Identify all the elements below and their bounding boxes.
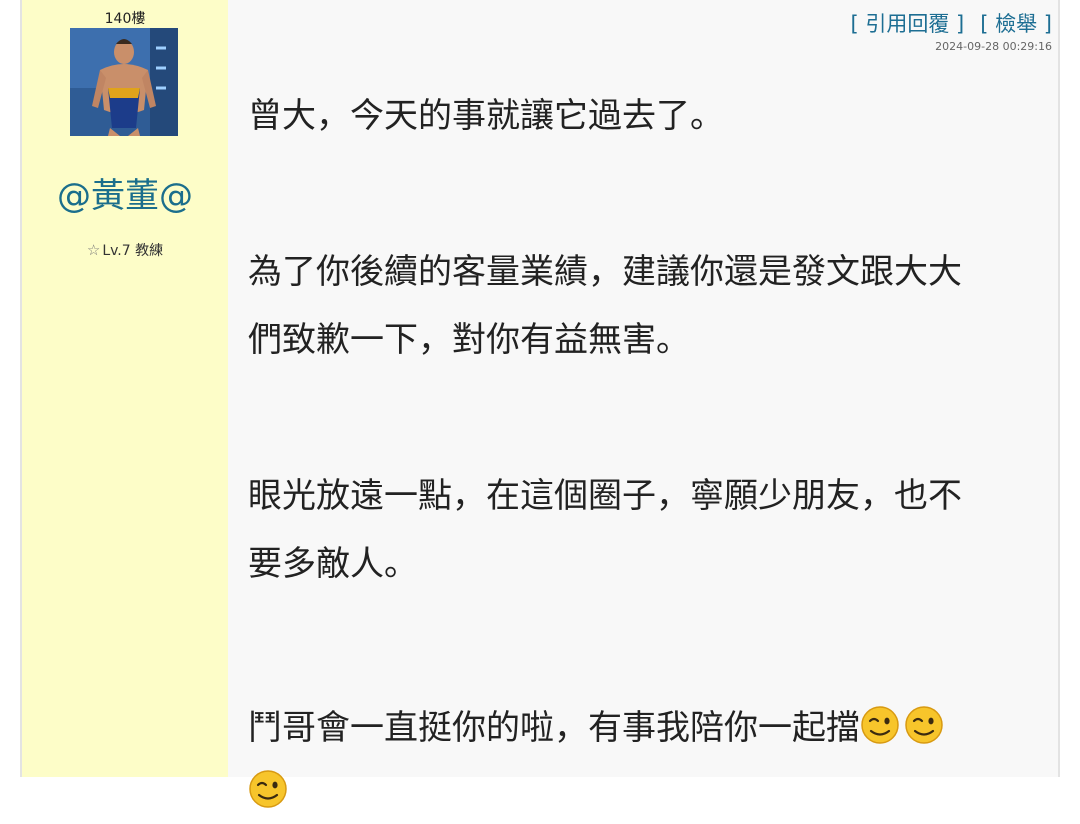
quote-reply-label: 引用回覆: [865, 12, 950, 36]
author-sidebar: 140樓 @黃董@ ☆ Lv.7 教練: [22, 0, 228, 777]
username[interactable]: @黃董@: [22, 168, 228, 217]
report-button[interactable]: [ 檢舉 ]: [980, 12, 1052, 36]
paragraph: 們致歉一下，對你有益無害。: [248, 320, 690, 360]
report-label: 檢舉: [995, 12, 1038, 36]
post-content: 曾大，今天的事就讓它過去了。 為了你後續的客量業績，建議你還是發文跟大大 們致歉…: [248, 90, 1038, 818]
avatar[interactable]: [70, 28, 178, 136]
paragraph: 要多敵人。: [248, 544, 418, 584]
floor-number: 140樓: [104, 11, 146, 27]
avatar-image: [70, 28, 178, 136]
emoji-line: [248, 766, 1038, 818]
post-actions: [ 引用回覆 ] [ 檢舉 ]: [851, 8, 1053, 38]
user-level: ☆ Lv.7 教練: [22, 240, 228, 260]
winking-face-icon: [904, 705, 944, 745]
paragraph: 曾大，今天的事就讓它過去了。: [248, 96, 724, 136]
paragraph: 為了你後續的客量業績，建議你還是發文跟大大: [248, 252, 962, 292]
post-timestamp: 2024-09-28 00:29:16: [935, 40, 1052, 53]
quote-reply-button[interactable]: [ 引用回覆 ]: [851, 12, 965, 36]
paragraph-text: 鬥哥會一直挺你的啦，有事我陪你一起擋: [248, 708, 860, 748]
level-label: Lv.7 教練: [102, 243, 164, 259]
paragraph: 眼光放遠一點，在這個圈子，寧願少朋友，也不: [248, 476, 962, 516]
winking-face-icon: [860, 705, 900, 745]
star-outline-icon: ☆: [86, 241, 101, 259]
paragraph-with-emoji: 鬥哥會一直挺你的啦，有事我陪你一起擋: [248, 702, 1038, 754]
winking-face-icon: [248, 769, 288, 809]
